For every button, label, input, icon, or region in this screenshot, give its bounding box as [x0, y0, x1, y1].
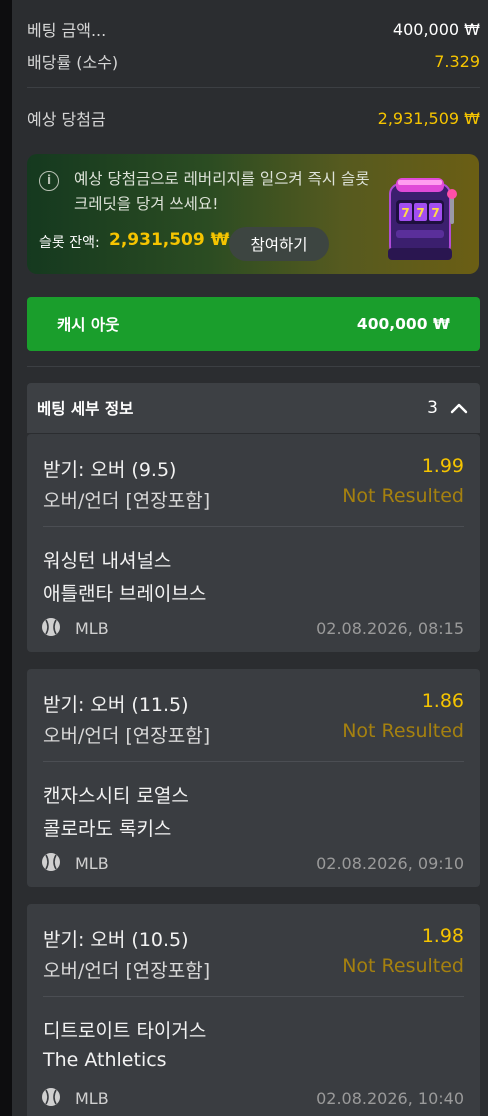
odds-label: 배당률 (소수)	[27, 53, 119, 72]
bet-card: 받기: 오버 (9.5) 1.99 오버/언더 [연장포함] Not Resul…	[27, 434, 480, 652]
left-sidebar-edge	[0, 0, 12, 1116]
slot-balance-value: 2,931,509 ₩	[109, 230, 230, 250]
home-team: 워싱턴 내셔널스	[43, 550, 172, 572]
bet-selection: 받기: 오버 (9.5)	[43, 459, 177, 481]
bet-status: Not Resulted	[342, 720, 464, 742]
event-datetime: 02.08.2026, 08:15	[316, 619, 464, 638]
slot-balance-label: 슬롯 잔액:	[39, 235, 100, 251]
card-divider	[43, 526, 464, 527]
slot-machine-icon: 7 7 7	[388, 178, 457, 260]
bet-selection: 받기: 오버 (10.5)	[43, 929, 189, 951]
slot-credit-promo: i 예상 당첨금으로 레버리지를 일으켜 즉시 슬롯 크레딧을 당겨 쓰세요! …	[27, 154, 479, 274]
card-divider	[43, 996, 464, 997]
bet-selection: 받기: 오버 (11.5)	[43, 694, 189, 716]
promo-message: 예상 당첨금으로 레버리지를 일으켜 즉시 슬롯 크레딧을 당겨 쓰세요!	[74, 170, 370, 213]
bet-odds: 1.86	[421, 690, 464, 712]
info-icon: i	[39, 171, 59, 191]
bet-details-header[interactable]: 베팅 세부 정보 3	[27, 383, 480, 433]
bet-status: Not Resulted	[342, 485, 464, 507]
bet-market: 오버/언더 [연장포함]	[43, 490, 211, 512]
away-team: 애틀랜타 브레이브스	[43, 583, 207, 605]
cash-out-label: 캐시 아웃	[57, 316, 120, 334]
home-team: 디트로이트 타이거스	[43, 1020, 207, 1042]
cash-out-value: 400,000 ₩	[356, 315, 450, 333]
away-team: The Athletics	[43, 1049, 167, 1071]
bet-status: Not Resulted	[342, 955, 464, 977]
potential-win-row: 예상 당첨금 2,931,509 ₩	[27, 106, 480, 130]
bet-details-title: 베팅 세부 정보	[37, 400, 134, 418]
bet-card: 받기: 오버 (11.5) 1.86 오버/언더 [연장포함] Not Resu…	[27, 669, 480, 887]
baseball-icon	[42, 618, 60, 636]
odds-row: 배당률 (소수) 7.329	[27, 49, 480, 73]
stake-label: 베팅 금액...	[27, 21, 107, 40]
svg-text:7: 7	[401, 206, 409, 220]
svg-text:7: 7	[431, 206, 439, 220]
bet-odds: 1.99	[421, 455, 464, 477]
stake-row: 베팅 금액... 400,000 ₩	[27, 17, 480, 41]
bet-count: 3	[427, 398, 438, 418]
odds-value: 7.329	[434, 51, 480, 71]
bet-odds: 1.98	[421, 925, 464, 947]
join-button[interactable]: 참여하기	[229, 227, 329, 261]
cash-out-button[interactable]: 캐시 아웃 400,000 ₩	[27, 297, 480, 351]
event-datetime: 02.08.2026, 10:40	[316, 1089, 464, 1108]
baseball-icon	[42, 1088, 60, 1106]
chevron-up-icon[interactable]	[450, 402, 468, 414]
league-name: MLB	[75, 1089, 109, 1108]
summary-divider	[27, 87, 480, 88]
stake-value: 400,000 ₩	[392, 19, 480, 39]
home-team: 캔자스시티 로열스	[43, 785, 189, 807]
bet-market: 오버/언더 [연장포함]	[43, 725, 211, 747]
event-datetime: 02.08.2026, 09:10	[316, 854, 464, 873]
league-name: MLB	[75, 854, 109, 873]
baseball-icon	[42, 853, 60, 871]
card-divider	[43, 761, 464, 762]
potential-win-label: 예상 당첨금	[27, 110, 106, 129]
svg-text:7: 7	[416, 206, 424, 220]
potential-win-value: 2,931,509 ₩	[377, 108, 480, 128]
league-name: MLB	[75, 619, 109, 638]
section-divider	[27, 366, 480, 367]
away-team: 콜로라도 록키스	[43, 818, 172, 840]
bet-market: 오버/언더 [연장포함]	[43, 960, 211, 982]
bet-card: 받기: 오버 (10.5) 1.98 오버/언더 [연장포함] Not Resu…	[27, 904, 480, 1116]
